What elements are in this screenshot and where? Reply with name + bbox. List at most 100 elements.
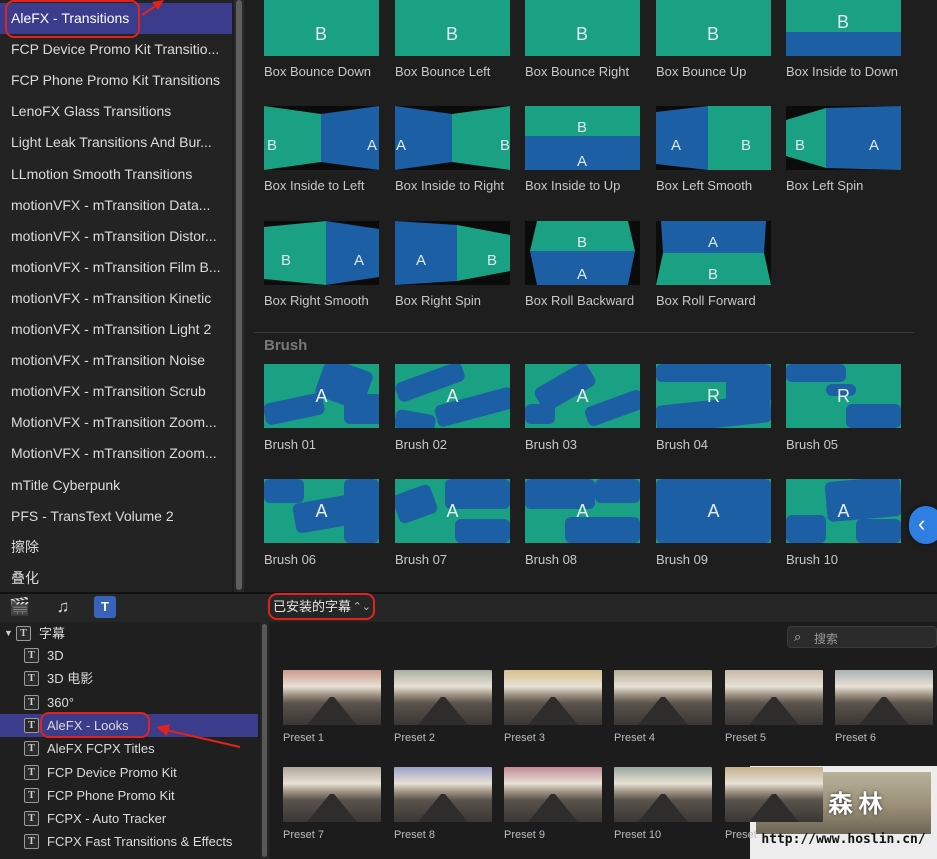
brush-label: Brush 02 bbox=[395, 437, 448, 452]
titles-category-item[interactable]: T 360° bbox=[0, 691, 258, 714]
sidebar-item[interactable]: motionVFX - mTransition Film B... bbox=[0, 252, 232, 283]
sidebar-item[interactable]: Light Leak Transitions And Bur... bbox=[0, 127, 232, 158]
road-shape bbox=[638, 697, 688, 725]
category-scrollbar[interactable] bbox=[234, 0, 244, 592]
brush-thumbnail[interactable]: A bbox=[525, 479, 640, 543]
road-shape bbox=[638, 794, 688, 822]
search-input[interactable]: ⌕ 搜索 bbox=[787, 626, 937, 648]
brush-thumbnail[interactable]: A bbox=[656, 479, 771, 543]
transition-thumbnail[interactable]: B bbox=[264, 0, 379, 56]
sidebar-item[interactable]: motionVFX - mTransition Light 2 bbox=[0, 314, 232, 345]
sidebar-item[interactable]: motionVFX - mTransition Noise bbox=[0, 345, 232, 376]
brush-thumbnail[interactable]: A bbox=[264, 479, 379, 543]
titles-category-item[interactable]: T 3D bbox=[0, 644, 258, 667]
preset-thumbnail[interactable] bbox=[283, 767, 381, 822]
thumbnail-glyph: A bbox=[869, 137, 879, 154]
scrollbar-thumb[interactable] bbox=[236, 0, 242, 590]
sidebar-item[interactable]: motionVFX - mTransition Scrub bbox=[0, 376, 232, 407]
sidebar-item[interactable]: mTitle Cyberpunk bbox=[0, 470, 232, 501]
titles-scrollbar[interactable] bbox=[260, 622, 269, 859]
titles-category-label: 360° bbox=[47, 694, 74, 710]
transition-thumbnail[interactable]: B bbox=[395, 0, 510, 56]
title-category-icon: T bbox=[24, 834, 39, 850]
titles-category-label: AleFX FCPX Titles bbox=[47, 741, 155, 757]
brush-thumbnail[interactable]: R bbox=[786, 364, 901, 428]
sidebar-item[interactable]: 擦除 bbox=[0, 532, 232, 563]
preset-thumbnail[interactable] bbox=[504, 670, 602, 725]
transition-thumbnail[interactable]: AB bbox=[395, 221, 510, 285]
preset-thumbnail[interactable] bbox=[614, 670, 712, 725]
road-shape bbox=[418, 697, 468, 725]
thumbnail-glyph: A bbox=[416, 252, 426, 269]
thumbnail-glyph: A bbox=[837, 501, 850, 521]
brush-stroke bbox=[525, 404, 555, 424]
preset-thumbnail[interactable] bbox=[725, 670, 823, 725]
sidebar-item[interactable]: FCP Phone Promo Kit Transitions bbox=[0, 65, 232, 96]
thumbnail-glyph: B bbox=[487, 252, 497, 269]
collapse-chevron-icon[interactable]: ‹ bbox=[909, 506, 937, 544]
transition-label: Box Roll Backward bbox=[525, 293, 635, 308]
brush-stroke bbox=[264, 479, 304, 503]
sidebar-item[interactable]: motionVFX - mTransition Data... bbox=[0, 190, 232, 221]
road-shape bbox=[528, 697, 578, 725]
title-category-icon: T bbox=[24, 741, 39, 757]
road-shape bbox=[749, 697, 799, 725]
brush-stroke bbox=[455, 519, 510, 543]
preset-thumbnail[interactable] bbox=[504, 767, 602, 822]
disclosure-triangle-icon[interactable]: ▼ bbox=[4, 622, 13, 645]
preset-thumbnail[interactable] bbox=[835, 670, 933, 725]
transition-thumbnail[interactable]: AB bbox=[656, 106, 771, 170]
sidebar-item[interactable]: 叠化 bbox=[0, 563, 232, 592]
titles-category-item[interactable]: T FCPX - Auto Tracker bbox=[0, 807, 258, 830]
transition-thumbnail[interactable]: AB bbox=[395, 106, 510, 170]
clapper-icon[interactable]: 🎬 bbox=[9, 596, 31, 618]
transition-label: Box Inside to Right bbox=[395, 178, 505, 193]
brush-thumbnail[interactable]: R bbox=[656, 364, 771, 428]
transition-thumbnail[interactable]: BA bbox=[786, 106, 901, 170]
sidebar-item[interactable]: PFS - TransText Volume 2 bbox=[0, 501, 232, 532]
sidebar-item[interactable]: LenoFX Glass Transitions bbox=[0, 96, 232, 127]
transition-thumbnail[interactable]: B bbox=[525, 0, 640, 56]
brush-thumbnail[interactable]: A bbox=[395, 364, 510, 428]
titles-category-item[interactable]: T 3D 电影 bbox=[0, 667, 258, 690]
thumbnail-glyph: A bbox=[577, 266, 587, 283]
transition-thumbnail[interactable]: BA bbox=[264, 106, 379, 170]
preset-thumbnail[interactable] bbox=[725, 767, 823, 822]
brush-thumbnail[interactable]: A bbox=[525, 364, 640, 428]
brush-thumbnail[interactable]: A bbox=[395, 479, 510, 543]
sidebar-item[interactable]: FCP Device Promo Kit Transitio... bbox=[0, 34, 232, 65]
preset-thumbnail[interactable] bbox=[614, 767, 712, 822]
transition-thumbnail[interactable]: AB bbox=[656, 221, 771, 285]
transition-thumbnail[interactable]: BA bbox=[264, 221, 379, 285]
transitions-category-list: AleFX - Transitions FCP Device Promo Kit … bbox=[0, 0, 232, 592]
brush-thumbnail[interactable]: A bbox=[786, 479, 901, 543]
section-divider bbox=[254, 332, 914, 333]
thumbnail-glyph: A bbox=[354, 252, 364, 269]
transition-thumbnail[interactable]: BA bbox=[525, 106, 640, 170]
sidebar-item[interactable]: LLmotion Smooth Transitions bbox=[0, 159, 232, 190]
browser-toolbar bbox=[0, 594, 937, 622]
thumbnail-glyph: B bbox=[577, 119, 587, 136]
sidebar-item[interactable]: motionVFX - mTransition Distor... bbox=[0, 221, 232, 252]
thumbnail-glyph: A bbox=[707, 501, 720, 521]
titles-category-label: 3D bbox=[47, 648, 64, 663]
preset-thumbnail[interactable] bbox=[394, 670, 492, 725]
transition-thumbnail[interactable]: B bbox=[786, 0, 901, 56]
preset-thumbnail[interactable] bbox=[283, 670, 381, 725]
sidebar-item[interactable]: motionVFX - mTransition Kinetic bbox=[0, 283, 232, 314]
titles-category-item[interactable]: T FCP Phone Promo Kit bbox=[0, 784, 258, 807]
titles-icon[interactable]: T bbox=[94, 596, 116, 618]
preset-thumbnail[interactable] bbox=[394, 767, 492, 822]
scrollbar-thumb[interactable] bbox=[262, 624, 267, 857]
road-shape bbox=[749, 794, 799, 822]
sidebar-item[interactable]: MotionVFX - mTransition Zoom... bbox=[0, 407, 232, 438]
sidebar-item[interactable]: MotionVFX - mTransition Zoom... bbox=[0, 438, 232, 469]
brush-label: Brush 10 bbox=[786, 552, 839, 567]
search-icon: ⌕ bbox=[794, 629, 802, 644]
music-icon[interactable]: ♫ bbox=[52, 596, 74, 618]
titles-category-item[interactable]: T FCPX Fast Transitions & Effects bbox=[0, 830, 258, 853]
titles-category-item[interactable]: T FCP Device Promo Kit bbox=[0, 761, 258, 784]
brush-thumbnail[interactable]: A bbox=[264, 364, 379, 428]
transition-thumbnail[interactable]: B bbox=[656, 0, 771, 56]
transition-thumbnail[interactable]: BA bbox=[525, 221, 640, 285]
